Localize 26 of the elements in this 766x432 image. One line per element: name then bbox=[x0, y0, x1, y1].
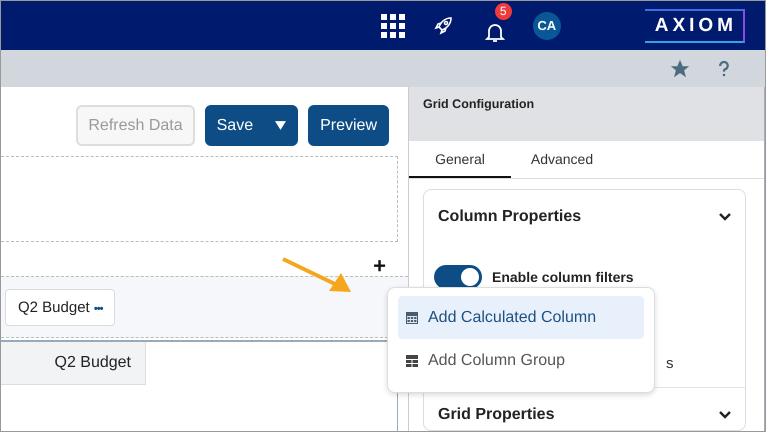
calculator-icon bbox=[406, 312, 418, 324]
toggle-switch[interactable] bbox=[434, 265, 482, 289]
column-header: Q2 Budget bbox=[1, 342, 146, 385]
add-button[interactable]: + bbox=[373, 256, 386, 276]
menu-item[interactable]: Add Calculated Column bbox=[398, 296, 644, 339]
arrow-drawing bbox=[281, 257, 353, 293]
logo: AXIOM bbox=[644, 8, 745, 42]
save-button[interactable]: Save bbox=[204, 105, 298, 146]
chevron-icon[interactable] bbox=[719, 410, 731, 418]
toolbar-button[interactable]: Preview bbox=[308, 105, 389, 146]
section-title: Grid Properties bbox=[438, 406, 554, 424]
caret-icon[interactable] bbox=[275, 121, 286, 130]
panel-title: Grid Configuration bbox=[423, 97, 534, 111]
option-label: Enable column filters bbox=[492, 269, 634, 285]
star-icon[interactable] bbox=[669, 58, 691, 80]
tab[interactable]: General bbox=[409, 141, 511, 178]
option-label: s bbox=[666, 354, 674, 372]
column-chip[interactable]: Q2 Budget ••• bbox=[5, 288, 116, 326]
section-title: Column Properties bbox=[438, 208, 582, 226]
menu-item[interactable]: Add Column Group bbox=[398, 339, 644, 382]
apps-grid-icon[interactable] bbox=[380, 14, 405, 38]
table-icon bbox=[406, 354, 418, 366]
notification-count: 5 bbox=[494, 2, 512, 20]
tab[interactable]: Advanced bbox=[511, 141, 613, 178]
chevron-icon[interactable] bbox=[719, 212, 731, 220]
user-avatar[interactable]: CA bbox=[532, 12, 561, 40]
